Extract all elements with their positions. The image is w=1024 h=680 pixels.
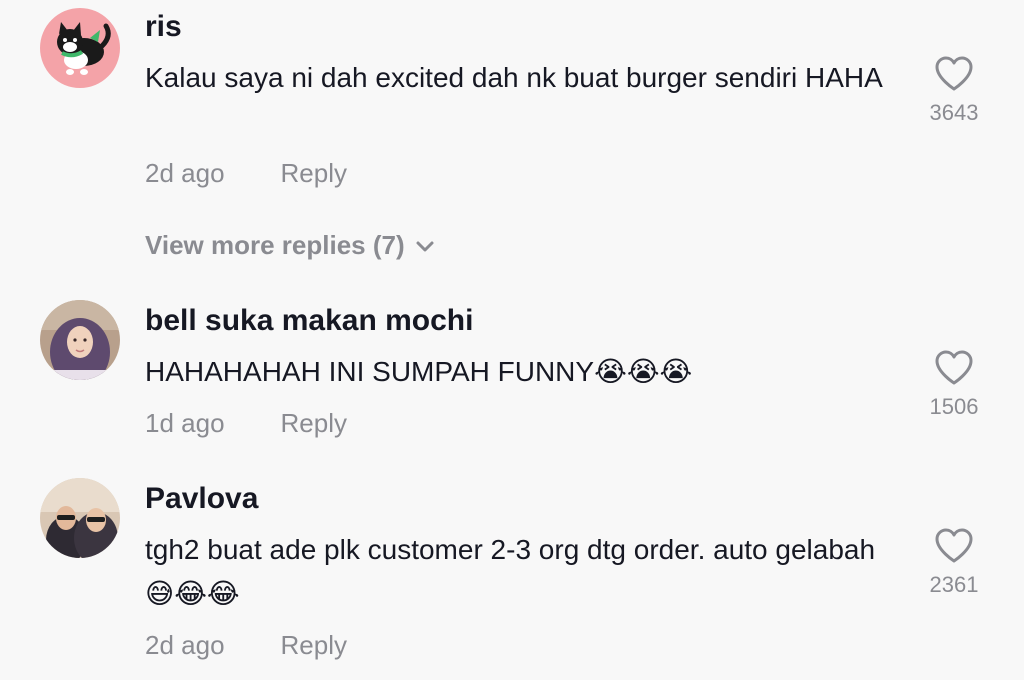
comment-meta: 2d ago Reply	[145, 158, 347, 189]
like-control: 3643	[922, 56, 986, 126]
comment-time: 2d ago	[145, 158, 225, 188]
comment-username[interactable]: Pavlova	[145, 482, 258, 516]
like-count: 2361	[929, 572, 979, 597]
like-control: 2361	[922, 528, 986, 598]
crying-emoji-icon: 😭	[594, 356, 627, 387]
comment-time: 1d ago	[145, 408, 225, 438]
reply-button[interactable]: Reply	[281, 158, 347, 188]
like-control: 1506	[922, 350, 986, 420]
comment-text: Kalau saya ni dah excited dah nk buat bu…	[145, 62, 883, 93]
crying-emoji-icon: 😭	[626, 356, 660, 387]
comment-username[interactable]: bell suka makan mochi	[145, 304, 473, 338]
view-more-label: View more replies (7)	[145, 230, 405, 260]
comment-text: HAHAHAHAH INI SUMPAH FUNNY😭😭😭	[145, 350, 905, 394]
reply-button[interactable]: Reply	[281, 408, 347, 438]
crying-emoji-icon: 😭	[659, 356, 693, 387]
heart-icon[interactable]	[934, 350, 974, 386]
comment-text-body: HAHAHAHAH INI SUMPAH FUNNY	[145, 356, 595, 387]
reply-button[interactable]: Reply	[281, 630, 347, 660]
heart-icon[interactable]	[934, 528, 974, 564]
comment-text-body: tgh2 buat ade plk customer 2-3 org dtg o…	[145, 534, 876, 565]
cat-avatar-icon	[40, 8, 120, 88]
like-count: 1506	[929, 394, 979, 419]
comment-text: tgh2 buat ade plk customer 2-3 org dtg o…	[145, 528, 905, 616]
comment-meta: 1d ago Reply	[145, 408, 347, 439]
avatar[interactable]	[40, 300, 120, 380]
user-photo-icon	[40, 478, 120, 558]
avatar[interactable]	[40, 8, 120, 88]
laughing-tears-emoji-icon: 😂	[206, 578, 240, 609]
view-more-replies[interactable]: View more replies (7)	[145, 230, 435, 261]
chevron-down-icon	[416, 241, 434, 252]
user-photo-icon	[40, 300, 120, 380]
comment-time: 2d ago	[145, 630, 225, 660]
comment-username[interactable]: ris	[145, 10, 182, 44]
heart-icon[interactable]	[934, 56, 974, 92]
sweat-smile-emoji-icon: 😅	[145, 578, 175, 609]
like-count: 3643	[929, 100, 979, 125]
comment-meta: 2d ago Reply	[145, 630, 347, 661]
avatar[interactable]	[40, 478, 120, 558]
laughing-tears-emoji-icon: 😂	[174, 578, 207, 609]
